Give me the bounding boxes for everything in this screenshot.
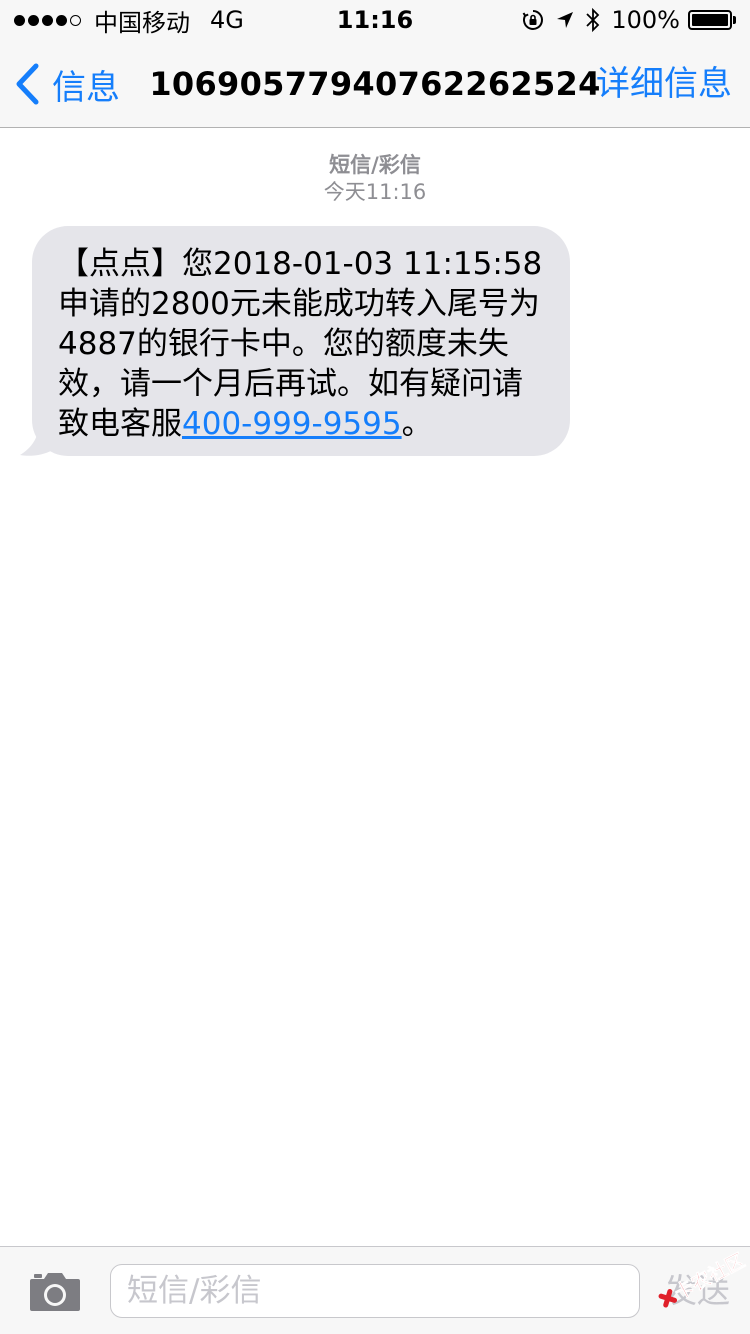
- compose-bar: 发送: [0, 1246, 750, 1334]
- camera-button[interactable]: [28, 1269, 82, 1313]
- bluetooth-icon: [585, 7, 601, 33]
- message-timestamp: 今天11:16: [323, 180, 427, 204]
- message-header: 短信/彩信 今天11:16: [0, 152, 750, 206]
- details-button[interactable]: 详细信息: [596, 40, 732, 128]
- message-input[interactable]: [110, 1264, 640, 1318]
- phone-number-link[interactable]: 400-999-9595: [182, 406, 402, 442]
- location-arrow-icon: [555, 10, 575, 30]
- message-suffix: 。: [401, 406, 433, 442]
- watermark-logo: 卡农社区: [658, 1248, 749, 1308]
- battery-percentage: 100%: [611, 6, 680, 34]
- camera-icon: [30, 1273, 80, 1311]
- rotation-lock-icon: [521, 8, 545, 32]
- message-text: 【点点】您2018-01-03 11:15:58申请的2800元未能成功转入尾号…: [58, 244, 546, 444]
- incoming-message-bubble[interactable]: 【点点】您2018-01-03 11:15:58申请的2800元未能成功转入尾号…: [32, 226, 570, 456]
- status-right: 100%: [511, 6, 736, 34]
- navigation-bar: 信息 10690577940762262524 详细信息: [0, 40, 750, 128]
- message-type-label: 短信/彩信: [329, 153, 421, 177]
- svg-text:卡农社区: 卡农社区: [671, 1249, 749, 1305]
- battery-icon: [688, 10, 736, 30]
- status-bar: 中国移动 4G 11:16 100%: [0, 0, 750, 40]
